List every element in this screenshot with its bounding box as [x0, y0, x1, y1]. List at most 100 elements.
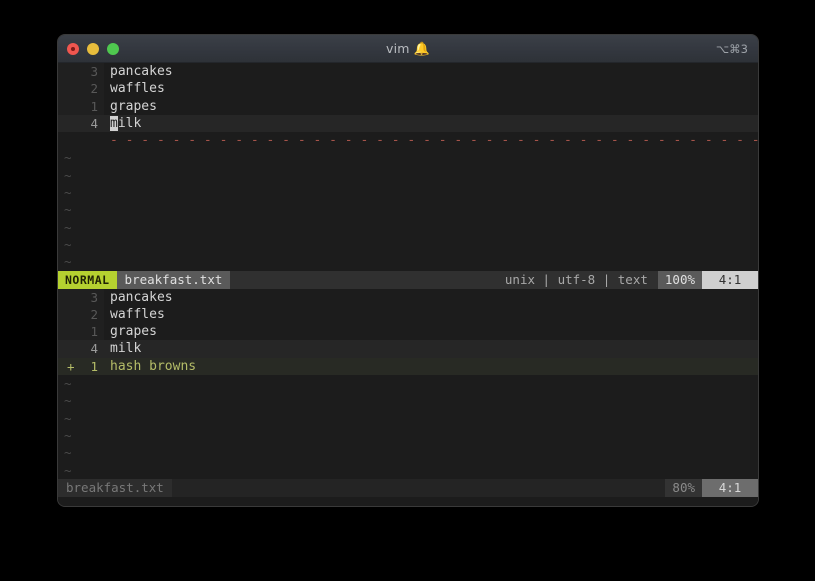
- statusline-cursor-position: 4:1: [702, 478, 758, 497]
- buffer-line[interactable]: - - - - - - - - - - - - - - - - - - - - …: [58, 132, 758, 150]
- empty-buffer-line: ~: [58, 392, 758, 410]
- tilde-icon: ~: [58, 392, 104, 410]
- buffer-line-text: grapes: [110, 324, 157, 340]
- line-number: 2: [90, 306, 98, 322]
- line-number: 1: [90, 324, 98, 340]
- tilde-icon: ~: [58, 218, 104, 236]
- statusline-filename: breakfast.txt: [58, 478, 172, 497]
- bottom-pane[interactable]: 3 pancakes 2 waffles 1 grapes 4 milk +1 hash brow…: [58, 288, 758, 497]
- diff-fold-separator: - - - - - - - - - - - - - - - - - - - - …: [110, 133, 758, 149]
- line-number: 3: [90, 289, 98, 305]
- statusline-scroll-percent: 80%: [665, 478, 702, 497]
- statusline-cursor-position: 4:1: [702, 270, 758, 289]
- tilde-icon: ~: [58, 235, 104, 254]
- tilde-icon: ~: [58, 409, 104, 427]
- empty-buffer-line: ~: [58, 166, 758, 185]
- bell-icon: 🔔: [413, 41, 431, 57]
- empty-buffer-line: ~: [58, 375, 758, 393]
- empty-line-text: [104, 444, 758, 461]
- buffer-line-text: grapes: [110, 98, 157, 114]
- empty-line-text: [104, 375, 758, 392]
- empty-line-text: [104, 184, 758, 201]
- line-number: 1: [90, 358, 98, 374]
- tilde-icon: ~: [58, 184, 104, 202]
- line-number: 3: [90, 64, 98, 79]
- buffer-line-text: pancakes: [110, 64, 173, 79]
- buffer-line-text: milk: [110, 341, 142, 357]
- window-titlebar[interactable]: vim 🔔 ⌥⌘3: [58, 35, 758, 63]
- line-number-gutter: 4: [58, 340, 104, 358]
- statusline-spacer: [172, 479, 666, 497]
- buffer-line-text: waffles: [110, 306, 165, 322]
- empty-buffer-line: ~: [58, 235, 758, 254]
- tilde-icon: ~: [58, 201, 104, 219]
- line-number-gutter: 2: [58, 305, 104, 324]
- empty-line-text: [104, 253, 758, 270]
- top-pane[interactable]: 3 pancakes 2 waffles 1 grapes 4 milk - - - - - -…: [58, 63, 758, 289]
- statusline-fileinfo: unix | utf-8 | text: [504, 271, 648, 287]
- buffer-line-text: waffles: [110, 81, 165, 97]
- empty-buffer-line: ~: [58, 409, 758, 427]
- empty-line-text: [104, 149, 758, 166]
- vim-window: vim 🔔 ⌥⌘3 3 pancakes 2 waffles 1 grapes 4 milk - …: [58, 35, 758, 506]
- buffer-line[interactable]: 4 milk: [58, 340, 758, 358]
- empty-buffer-line: ~: [58, 444, 758, 462]
- tilde-icon: ~: [58, 426, 104, 445]
- buffer-line[interactable]: +1 hash browns: [58, 357, 758, 376]
- empty-buffer-line: ~: [58, 426, 758, 445]
- line-number-gutter: +1: [58, 357, 104, 376]
- empty-buffer-line: ~: [58, 253, 758, 271]
- buffer-line[interactable]: 1 grapes: [58, 97, 758, 115]
- buffer-line[interactable]: 4 milk: [58, 114, 758, 133]
- minimize-button-icon[interactable]: [87, 42, 99, 55]
- top-pane-statusline: NORMAL breakfast.txt unix | utf-8 | text 10…: [58, 270, 758, 289]
- tilde-icon: ~: [58, 253, 104, 271]
- buffer-line-text: hash browns: [110, 358, 197, 374]
- buffer-line[interactable]: 3 pancakes: [58, 63, 758, 81]
- bottom-pane-statusline: breakfast.txt 80% 4:1: [58, 478, 758, 497]
- empty-line-text: [104, 427, 758, 444]
- window-title-text: vim: [385, 40, 410, 56]
- buffer-line-text: milk: [110, 115, 142, 131]
- tilde-icon: ~: [58, 444, 104, 462]
- buffer-line[interactable]: 2 waffles: [58, 80, 758, 98]
- empty-buffer-line: ~: [58, 201, 758, 219]
- statusline-filename: breakfast.txt: [116, 270, 231, 289]
- line-number: 4: [90, 341, 98, 357]
- empty-line-text: [104, 462, 758, 479]
- window-shortcut-badge: ⌥⌘3: [715, 41, 748, 56]
- buffer-line-text: pancakes: [110, 289, 173, 305]
- line-number-gutter: 1: [58, 97, 104, 115]
- empty-line-text: [104, 236, 758, 253]
- line-number-gutter: 3: [58, 63, 104, 81]
- empty-buffer-line: ~: [58, 218, 758, 236]
- line-number-gutter: 2: [58, 80, 104, 98]
- empty-line-text: [104, 392, 758, 409]
- line-number-gutter: 1: [58, 323, 104, 341]
- window-title: vim 🔔: [58, 41, 758, 57]
- empty-line-text: [104, 167, 758, 184]
- buffer-line[interactable]: 3 pancakes: [58, 288, 758, 306]
- tilde-icon: ~: [58, 166, 104, 185]
- close-button-icon[interactable]: [67, 42, 79, 55]
- text-cursor: m: [110, 115, 118, 131]
- tilde-icon: ~: [58, 149, 104, 167]
- terminal-area[interactable]: 3 pancakes 2 waffles 1 grapes 4 milk - - - - - -…: [58, 63, 758, 506]
- line-number: 4: [90, 115, 98, 131]
- statusline-spacer: [230, 271, 505, 289]
- buffer-line[interactable]: 2 waffles: [58, 305, 758, 324]
- buffer-line[interactable]: 1 grapes: [58, 323, 758, 341]
- empty-line-text: [104, 410, 758, 427]
- line-number: 2: [90, 81, 98, 97]
- line-number: 1: [90, 98, 98, 114]
- statusline-scroll-percent: 100%: [657, 270, 702, 289]
- line-number-gutter: 4: [58, 114, 104, 133]
- traffic-light-group: [58, 42, 119, 55]
- empty-line-text: [104, 219, 758, 236]
- line-number-gutter: 3: [58, 288, 104, 306]
- maximize-button-icon[interactable]: [107, 42, 119, 55]
- empty-buffer-line: ~: [58, 461, 758, 479]
- diff-add-sign-icon: +: [67, 358, 75, 374]
- empty-line-text: [104, 201, 758, 218]
- empty-buffer-line: ~: [58, 184, 758, 202]
